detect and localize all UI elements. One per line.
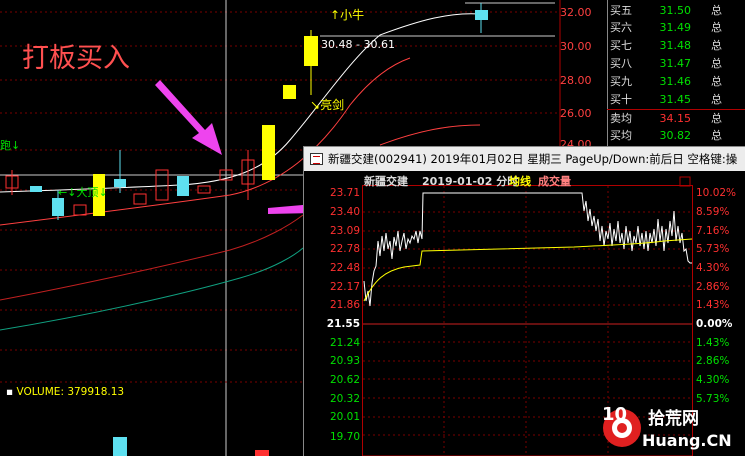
order-book-row: 买五 31.50 总 (610, 4, 722, 17)
left-axis-tick: 22.17 (329, 281, 360, 293)
right-axis-tick: 30.00 (560, 40, 592, 53)
left-axis-tick: 21.55 (326, 318, 360, 330)
left-axis-tick: 20.62 (329, 374, 360, 386)
avg-line (363, 238, 693, 302)
left-axis-tick: 22.48 (329, 262, 360, 274)
volume-label: ▪ VOLUME: 379918.13 (6, 386, 125, 398)
left-axis-tick: 23.40 (329, 206, 360, 218)
right-pct-tick: 10.02% (696, 187, 737, 199)
left-axis-tick: 20.93 (329, 355, 360, 367)
left-axis-tick: 23.71 (329, 187, 360, 199)
left-axis-tick: 20.01 (329, 411, 360, 423)
order-book-row: 买均 30.82 总 (610, 129, 722, 142)
popup-date-label: 2019-01-02 分时 (422, 175, 519, 188)
svg-text:10: 10 (602, 404, 627, 425)
popup-title: 新疆交建(002941) 2019年01月02日 星期三 PageUp/Down… (328, 152, 738, 166)
price-range-label: 30.48 - 30.61 (321, 38, 395, 51)
up-arrow-icon: ↑ (330, 8, 341, 22)
down-arrow-icon: ↓ (11, 139, 21, 152)
popup-stock-name: 新疆交建 (364, 175, 408, 188)
right-pct-tick: 1.43% (696, 299, 730, 311)
order-book-row: 买七 31.48 总 (610, 39, 722, 52)
chart-window-icon (310, 153, 323, 165)
popup-vol-label: 成交量 (538, 175, 571, 188)
order-book: 买五 31.50 总 买六 31.49 总 买七 31.48 总 买八 31.4… (607, 0, 745, 146)
order-book-row: 卖均 34.15 总 (610, 112, 722, 125)
right-pct-tick: 0.00% (696, 318, 733, 330)
popup-title-bar[interactable]: 新疆交建(002941) 2019年01月02日 星期三 PageUp/Down… (304, 147, 745, 171)
left-axis-tick: 21.86 (329, 299, 360, 311)
order-book-row: 买八 31.47 总 (610, 57, 722, 70)
svg-text:拾荒网: 拾荒网 (648, 408, 699, 429)
order-book-row: 买六 31.49 总 (610, 21, 722, 34)
right-pct-tick: 7.16% (696, 225, 730, 237)
site-logo: 10 拾荒网 Huang.CN (602, 404, 732, 450)
right-pct-tick: 2.86% (696, 281, 730, 293)
right-pct-tick: 1.43% (696, 337, 730, 349)
xiaoniu-label: ↑小牛 (330, 8, 365, 22)
buy-annotation: 打板买入 (22, 43, 130, 74)
volume-marker-icon: ▪ (6, 386, 14, 398)
right-pct-tick: 5.73% (696, 243, 730, 255)
left-axis-tick: 23.09 (329, 225, 360, 237)
svg-text:Huang.CN: Huang.CN (642, 431, 732, 450)
right-pct-tick: 2.86% (696, 355, 730, 367)
right-pct-tick: 4.30% (696, 374, 730, 386)
arrow-down-right (155, 80, 222, 155)
right-pct-tick: 4.30% (696, 262, 730, 274)
pao-label: 跑↓ (0, 139, 21, 152)
liangjian-label: ↘亮剑 (310, 98, 345, 112)
left-axis-tick: 21.24 (329, 337, 360, 349)
order-book-row: 买九 31.46 总 (610, 75, 722, 88)
popup-avg-label: 均线 (509, 175, 531, 188)
right-axis-tick: 28.00 (560, 74, 592, 87)
order-book-row: 买十 31.45 总 (610, 93, 722, 106)
left-axis-tick: 19.70 (329, 431, 360, 443)
arrow-icon: ↘ (310, 98, 321, 112)
right-axis-tick: 26.00 (560, 107, 592, 120)
right-pct-tick: 8.59% (696, 206, 730, 218)
left-axis-tick: 22.78 (329, 243, 360, 255)
right-axis-tick: 32.00 (560, 6, 592, 19)
left-axis-tick: 20.32 (329, 393, 360, 405)
dadingjian-label: ←↓大顶↓ (58, 186, 108, 199)
down-arrow-icon: ↓ (98, 186, 108, 199)
